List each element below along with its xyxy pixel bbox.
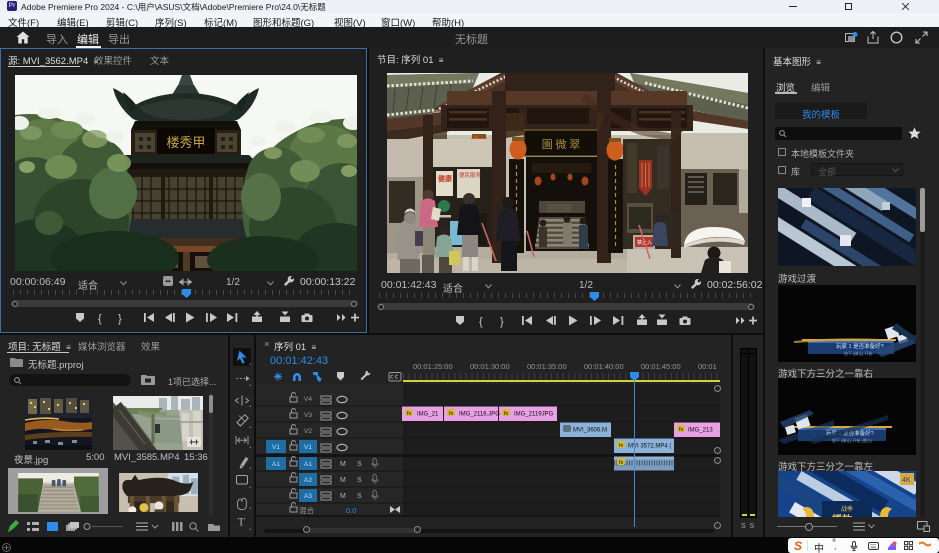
svg-text:園 微 翠: 園 微 翠 bbox=[542, 137, 581, 151]
svg-text:A1: A1 bbox=[272, 461, 280, 468]
svg-text:4K: 4K bbox=[902, 477, 911, 484]
svg-text:S: S bbox=[357, 477, 362, 484]
svg-text:A2: A2 bbox=[304, 477, 312, 484]
svg-text:}: } bbox=[118, 313, 122, 325]
svg-text:按下 [确认] 开始 (靠左): 按下 [确认] 开始 (靠左) bbox=[832, 437, 873, 443]
svg-text:fx: fx bbox=[504, 411, 509, 417]
svg-text:V3: V3 bbox=[304, 412, 312, 419]
svg-text:M: M bbox=[340, 477, 346, 484]
svg-text:按下 [确认] 开始: 按下 [确认] 开始 bbox=[844, 350, 872, 356]
svg-text:A1: A1 bbox=[304, 461, 312, 468]
svg-text:IMG_2116.JPG: IMG_2116.JPG bbox=[459, 412, 500, 418]
svg-text:S: S bbox=[357, 461, 362, 468]
svg-text:fx: fx bbox=[619, 460, 624, 466]
svg-text:楼秀甲: 楼秀甲 bbox=[166, 135, 205, 150]
svg-text:M: M bbox=[340, 461, 346, 468]
svg-text:M: M bbox=[340, 493, 346, 500]
svg-text:A3: A3 bbox=[304, 493, 312, 500]
svg-text:}: } bbox=[500, 316, 504, 328]
svg-text:混合: 混合 bbox=[299, 505, 314, 515]
svg-text:玩家 1 是否准备好?: 玩家 1 是否准备好? bbox=[836, 342, 884, 350]
svg-text:便民服务: 便民服务 bbox=[459, 171, 482, 179]
svg-text:fx: fx bbox=[449, 411, 454, 417]
svg-text:IMG_21: IMG_21 bbox=[417, 412, 439, 418]
svg-text:0.0: 0.0 bbox=[346, 506, 356, 515]
svg-text:健康: 健康 bbox=[438, 174, 453, 183]
svg-text:{: { bbox=[98, 313, 102, 325]
svg-text:IMG_2119JPG: IMG_2119JPG bbox=[514, 412, 554, 418]
svg-text:V4: V4 bbox=[304, 396, 312, 403]
svg-text:战季: 战季 bbox=[841, 505, 853, 513]
svg-text:IMG_213: IMG_213 bbox=[688, 428, 713, 434]
svg-text:fx: fx bbox=[407, 411, 412, 417]
svg-text:{: { bbox=[479, 316, 483, 328]
svg-text:V2: V2 bbox=[304, 428, 312, 435]
svg-text:T: T bbox=[238, 515, 246, 529]
svg-text:V1: V1 bbox=[304, 444, 312, 451]
svg-text:MVI_3606.M: MVI_3606.M bbox=[573, 428, 607, 434]
svg-text:S: S bbox=[357, 493, 362, 500]
svg-text:fx: fx bbox=[619, 443, 624, 449]
svg-text:V1: V1 bbox=[272, 444, 280, 451]
svg-text:fx: fx bbox=[679, 427, 684, 433]
